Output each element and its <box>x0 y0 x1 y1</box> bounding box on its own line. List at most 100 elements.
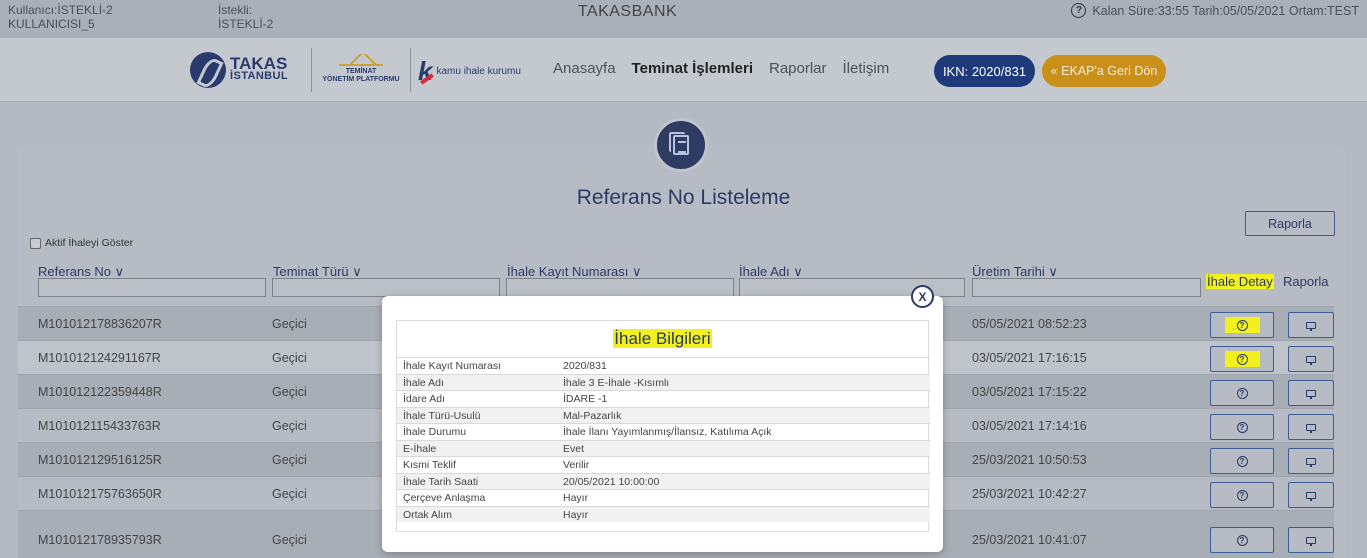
screen-icon <box>1306 491 1316 501</box>
ihale-detay-button[interactable]: ? <box>1210 312 1274 338</box>
session-status-text: Kalan Süre:33:55 Tarih:05/05/2021 Ortam:… <box>1092 3 1359 18</box>
screen-icon <box>1306 389 1316 399</box>
ihale-detay-button[interactable]: ? <box>1210 380 1274 406</box>
raporla-button[interactable]: Raporla <box>1245 211 1335 236</box>
app-title: TAKASBANK <box>577 3 678 20</box>
filter-uretim-tarihi[interactable] <box>972 278 1201 297</box>
row-report-button[interactable] <box>1288 380 1334 406</box>
cell-referans-no: M101012115433763R <box>38 419 161 433</box>
screen-icon <box>1306 536 1316 546</box>
info-row: E-İhale Evet <box>397 439 930 456</box>
cell-teminat-turu: Geçici <box>272 533 307 547</box>
screen-icon <box>1306 423 1316 433</box>
info-value: Evet <box>563 442 585 455</box>
screen-icon <box>1306 321 1316 331</box>
info-row: İhale Adı İhale 3 E-İhale -Kısımlı <box>397 373 930 390</box>
cell-referans-no: M101012122359448R <box>38 385 162 399</box>
info-key: İdare Adı <box>403 393 446 405</box>
aktif-checkbox-label: Aktif İhaleyi Göster <box>45 237 134 249</box>
cell-uretim-tarihi: 25/03/2021 10:42:27 <box>972 487 1087 501</box>
cell-uretim-tarihi: 03/05/2021 17:16:15 <box>972 351 1087 365</box>
info-value: Mal-Pazarlık <box>563 409 622 422</box>
kik-logo-text: kamu ihale kurumu <box>436 65 521 77</box>
info-value: 20/05/2021 10:00:00 <box>563 475 660 488</box>
logo-divider <box>410 48 411 92</box>
row-report-button[interactable] <box>1288 527 1334 553</box>
info-row: İhale Kayıt Numarası 2020/831 <box>397 357 930 374</box>
documents-icon <box>654 118 708 172</box>
istanbul-logo-text: İSTANBUL <box>230 70 288 82</box>
ihale-detay-button[interactable]: ? <box>1210 448 1274 474</box>
cell-uretim-tarihi: 03/05/2021 17:14:16 <box>972 419 1087 433</box>
ihale-detay-button[interactable]: ? <box>1210 414 1274 440</box>
filter-ihale-kayit-no[interactable] <box>506 278 734 297</box>
screen-icon <box>1306 457 1316 467</box>
takas-logo-text: TAKAS <box>230 54 288 73</box>
question-icon: ? <box>1236 319 1248 331</box>
aktif-checkbox[interactable] <box>30 237 41 249</box>
ekap-back-button[interactable]: « EKAP'a Geri Dön <box>1042 55 1166 87</box>
cell-referans-no: M101012175763650R <box>38 487 162 501</box>
info-value: 2020/831 <box>563 360 607 372</box>
kik-logo: k kamu ihale kurumu <box>418 58 521 84</box>
cell-uretim-tarihi: 05/05/2021 08:52:23 <box>972 317 1087 331</box>
screen-icon <box>1306 355 1316 365</box>
main-navbar: TAKAS İSTANBUL TEMİNAT YÖNETİM PLATFORMU… <box>0 38 1367 102</box>
aktif-ihale-toggle[interactable]: Aktif İhaleyi Göster <box>30 237 133 249</box>
top-status-bar: Kullanıcı:İSTEKLİ-2 KULLANICISI_5 İstekl… <box>0 0 1367 38</box>
info-row: Kısmi Teklif Verilir <box>397 456 930 473</box>
row-report-button[interactable] <box>1288 482 1334 508</box>
cell-uretim-tarihi: 25/03/2021 10:50:53 <box>972 453 1087 467</box>
platform-logo-line-2: YÖNETİM PLATFORMU <box>322 76 400 83</box>
question-icon: ? <box>1236 489 1248 501</box>
row-report-button[interactable] <box>1288 312 1334 338</box>
info-row: Çerçeve Anlaşma Hayır <box>397 489 930 506</box>
ihale-detay-button[interactable]: ? <box>1210 527 1274 553</box>
info-key: İhale Tarih Saati <box>403 475 479 488</box>
cell-teminat-turu: Geçici <box>272 419 307 433</box>
nav-menu: Anasayfa Teminat İşlemleri Raporlar İlet… <box>553 60 889 77</box>
nav-item-iletisim[interactable]: İletişim <box>843 60 890 77</box>
info-key: Çerçeve Anlaşma <box>403 492 486 504</box>
info-key: İhale Adı <box>403 376 444 389</box>
platform-logo-icon <box>339 54 383 66</box>
column-header-ihale-detay: İhale Detay <box>1206 274 1274 289</box>
info-row: İhale Türü-Usulü Mal-Pazarlık <box>397 406 930 423</box>
filter-referans-no[interactable] <box>38 278 266 297</box>
row-report-button[interactable] <box>1288 414 1334 440</box>
info-value: İhale İlanı Yayımlanmış/İlansız, Katılım… <box>563 426 772 438</box>
logo-divider <box>311 48 312 92</box>
teminat-platform-logo: TEMİNAT YÖNETİM PLATFORMU <box>318 54 404 84</box>
row-report-button[interactable] <box>1288 448 1334 474</box>
page-title: Referans No Listeleme <box>576 186 791 209</box>
platform-logo-line-1: TEMİNAT <box>345 68 377 75</box>
filter-teminat-turu[interactable] <box>272 278 500 297</box>
info-key: İhale Kayıt Numarası <box>403 360 502 372</box>
info-value: Hayır <box>563 492 589 504</box>
info-key: Ortak Alım <box>403 508 453 521</box>
nav-item-anasayfa[interactable]: Anasayfa <box>553 60 616 77</box>
cell-teminat-turu: Geçici <box>272 351 307 365</box>
info-row: Ortak Alım Hayır <box>397 505 930 522</box>
info-row: İhale Tarih Saati 20/05/2021 10:00:00 <box>397 472 930 489</box>
ihale-detay-button[interactable]: ? <box>1210 346 1274 372</box>
ihale-detay-button[interactable]: ? <box>1210 482 1274 508</box>
help-icon[interactable]: ? <box>1071 3 1087 18</box>
column-header-raporla: Raporla <box>1283 274 1329 289</box>
cell-uretim-tarihi: 03/05/2021 17:15:22 <box>972 385 1087 399</box>
nav-item-raporlar[interactable]: Raporlar <box>769 60 827 77</box>
cell-referans-no: M101012178836207R <box>38 317 162 331</box>
question-icon: ? <box>1236 353 1248 365</box>
info-value: Hayır <box>563 508 589 521</box>
modal-title-text: İhale Bilgileri <box>613 329 712 348</box>
takas-istanbul-logo[interactable]: TAKAS İSTANBUL <box>190 52 288 88</box>
close-icon[interactable]: X <box>911 285 934 308</box>
row-report-button[interactable] <box>1288 346 1334 372</box>
ikn-button[interactable]: IKN: 2020/831 <box>934 55 1035 87</box>
cell-teminat-turu: Geçici <box>272 487 307 501</box>
session-status: ? Kalan Süre:33:55 Tarih:05/05/2021 Orta… <box>1071 3 1359 18</box>
info-row: İdare Adı İDARE -1 <box>397 390 930 407</box>
nav-item-teminat-islemleri[interactable]: Teminat İşlemleri <box>632 60 753 77</box>
info-key: İhale Durumu <box>403 426 467 438</box>
modal-title: İhale Bilgileri <box>397 329 928 349</box>
